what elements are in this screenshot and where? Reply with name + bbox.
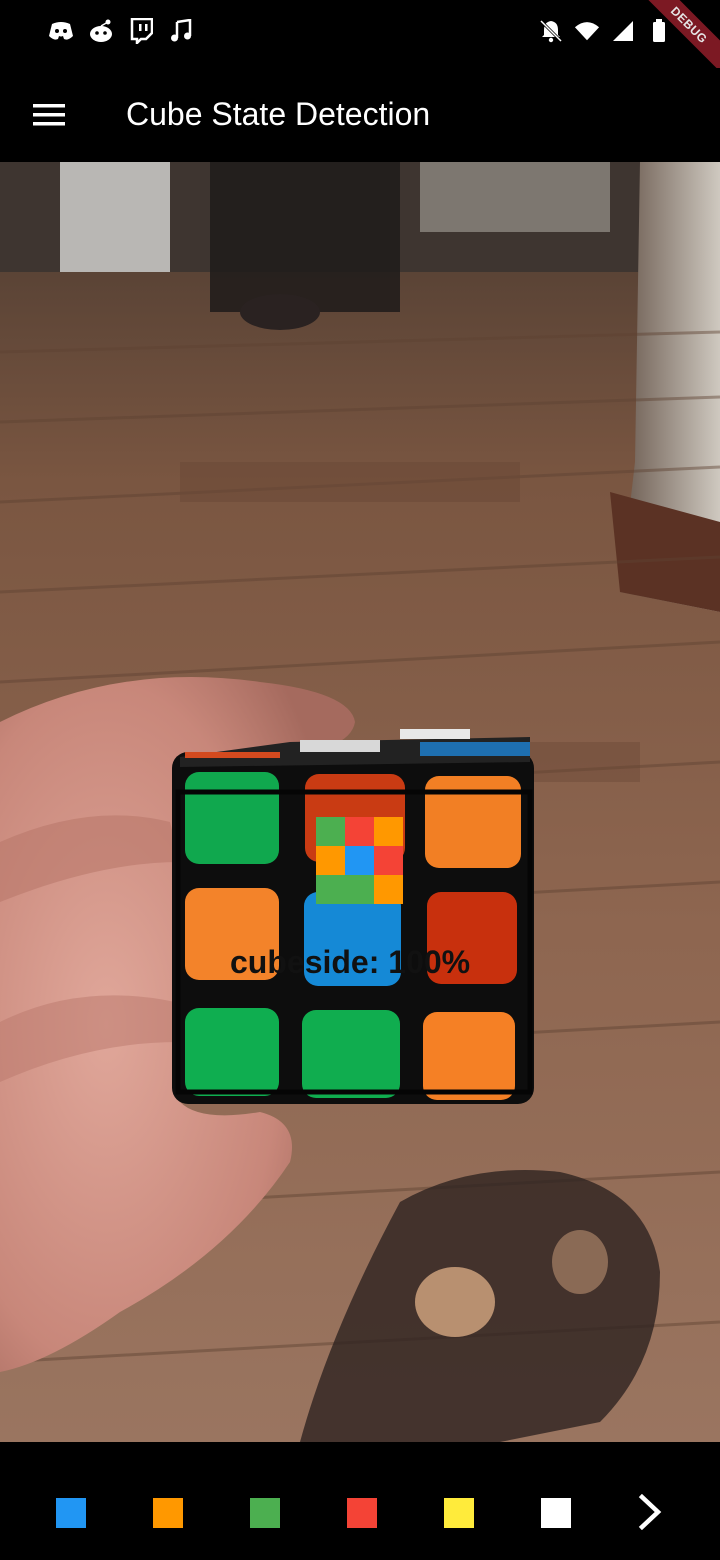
swatch-green[interactable] [250,1498,280,1528]
swatch-white[interactable] [541,1498,571,1528]
page-title: Cube State Detection [126,96,431,132]
music-note-icon [168,18,194,44]
chevron-right-icon [638,1494,662,1530]
preview-cell [316,817,345,846]
preview-cell [374,875,403,904]
notification-icons [48,18,194,44]
preview-cell [345,875,374,904]
wifi-icon [574,18,600,44]
swatch-orange[interactable] [153,1498,183,1528]
battery-icon [646,18,672,44]
app-bar: Cube State Detection [0,68,720,162]
preview-cell [345,817,374,846]
next-button[interactable] [630,1492,670,1532]
system-icons [538,18,672,44]
detected-face-preview [316,817,403,904]
twitch-icon [128,18,154,44]
bell-off-icon [538,18,564,44]
camera-frame [0,162,720,1442]
status-bar: DEBUG [0,0,720,86]
camera-preview[interactable]: cubeside: 100% [0,162,720,1442]
signal-icon [610,18,636,44]
menu-icon [33,104,65,126]
swatch-yellow[interactable] [444,1498,474,1528]
swatch-blue[interactable] [56,1498,86,1528]
preview-cell [374,846,403,875]
detection-label: cubeside: 100% [230,944,471,980]
preview-cell [345,846,374,875]
discord-icon [48,18,74,44]
menu-button[interactable] [24,90,74,140]
preview-cell [316,846,345,875]
preview-cell [316,875,345,904]
preview-cell [374,817,403,846]
color-palette-bar [0,1442,720,1560]
reddit-icon [88,18,114,44]
swatch-red[interactable] [347,1498,377,1528]
